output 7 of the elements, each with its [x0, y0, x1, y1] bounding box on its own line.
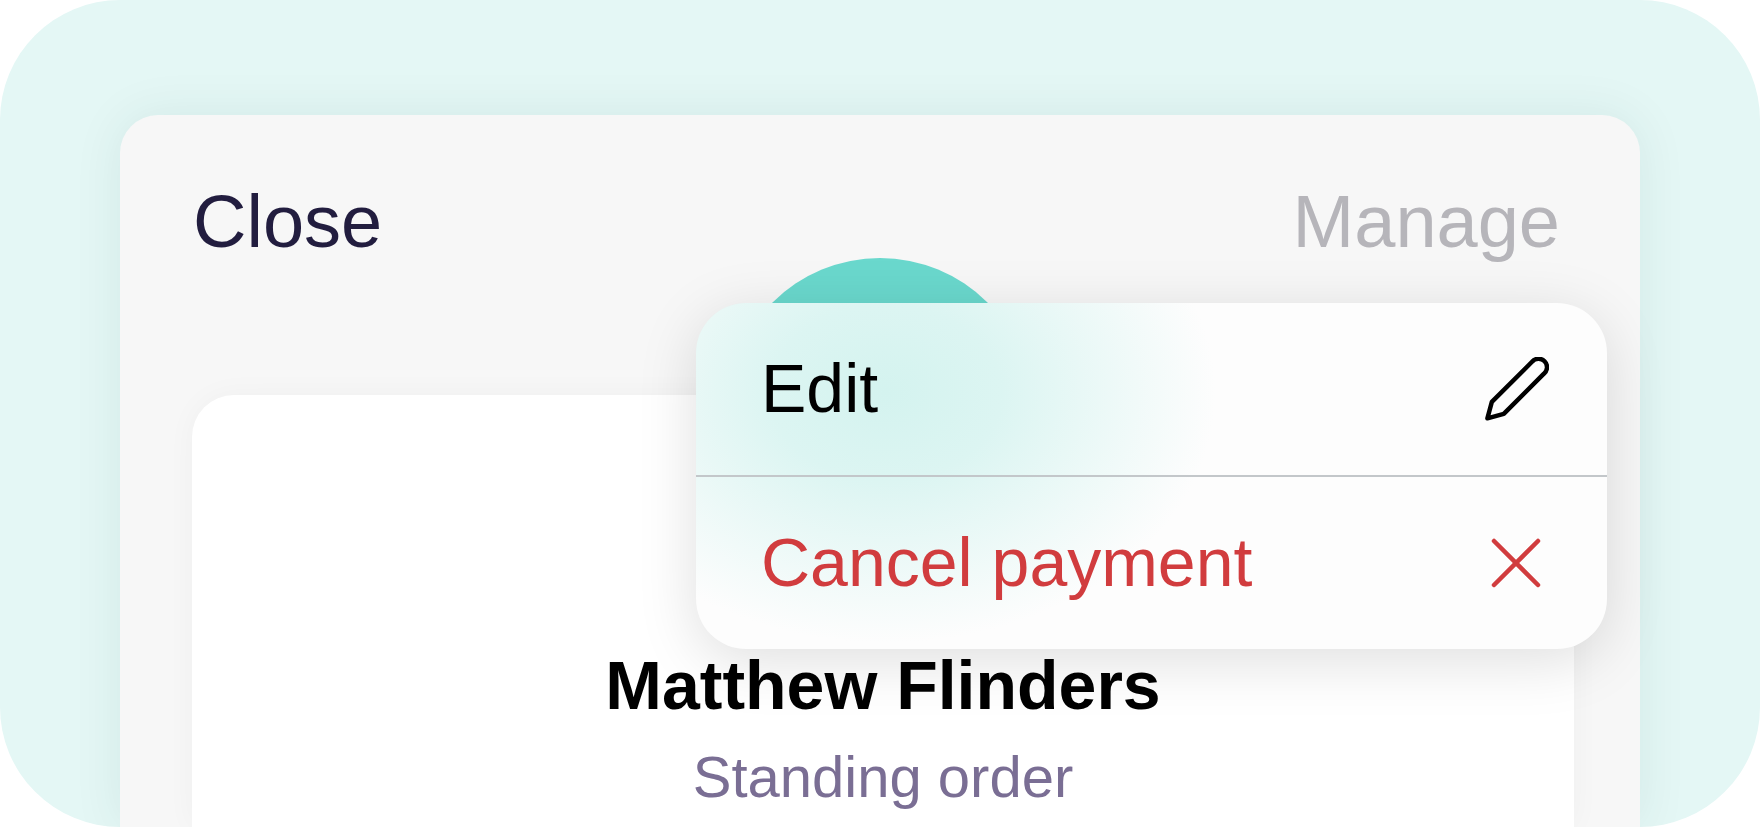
payment-type: Standing order: [692, 744, 1074, 809]
cross-icon: [1491, 538, 1541, 588]
close-button[interactable]: Close: [193, 178, 383, 267]
menu-item[interactable]: Edit: [696, 303, 1607, 475]
pencil-icon: [1485, 357, 1549, 421]
menu-item[interactable]: Cancel payment: [696, 477, 1607, 649]
payee-name: Matthew Flinders: [605, 650, 1161, 719]
